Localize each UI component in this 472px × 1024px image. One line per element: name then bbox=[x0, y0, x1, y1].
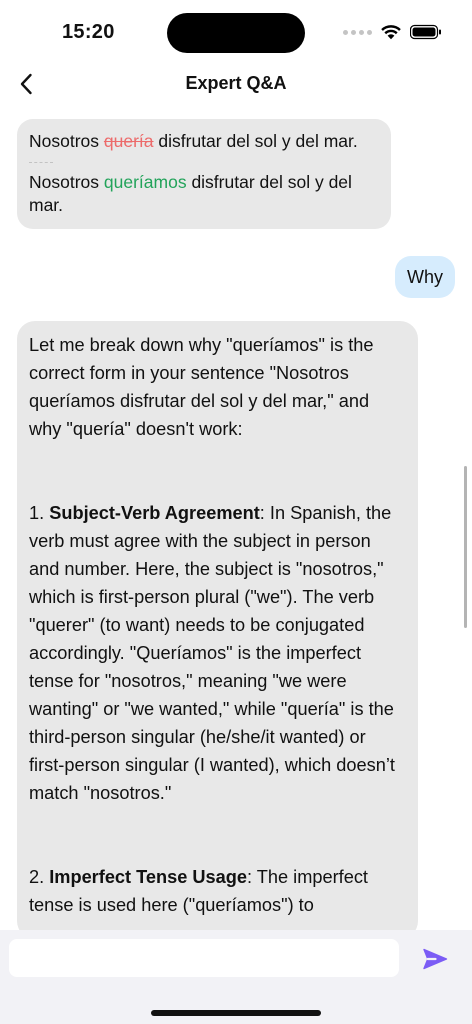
point-2-number: 2. bbox=[29, 867, 50, 887]
point-1-body: : In Spanish, the verb must agree with t… bbox=[29, 503, 395, 803]
message-input[interactable] bbox=[9, 939, 399, 977]
status-time: 15:20 bbox=[62, 21, 115, 43]
page-title: Expert Q&A bbox=[185, 73, 287, 93]
original-sentence: Nosotros quería disfrutar del sol y del … bbox=[29, 130, 379, 153]
correction-divider bbox=[29, 162, 53, 163]
scroll-indicator[interactable] bbox=[464, 466, 467, 628]
status-bar: 15:20 bbox=[0, 0, 472, 62]
wrong-word: quería bbox=[103, 131, 154, 151]
chat-screen: 15:20 Expert Q&A Nosotros quería disfrut… bbox=[0, 0, 472, 1024]
chat-messages[interactable]: Nosotros quería disfrutar del sol y del … bbox=[0, 106, 472, 930]
original-prefix: Nosotros bbox=[29, 131, 104, 151]
send-button[interactable] bbox=[418, 942, 452, 976]
point-2-title: Imperfect Tense Usage bbox=[49, 867, 248, 887]
point-1-title: Subject-Verb Agreement bbox=[49, 503, 260, 523]
corrected-word: queríamos bbox=[103, 172, 187, 192]
home-indicator bbox=[151, 1010, 321, 1016]
answer-point-2: 2. Imperfect Tense Usage: The imperfect … bbox=[29, 863, 406, 919]
cellular-signal-icon bbox=[343, 29, 372, 35]
corrected-prefix: Nosotros bbox=[29, 172, 104, 192]
wifi-icon bbox=[381, 25, 401, 40]
send-icon bbox=[423, 948, 448, 970]
status-icons bbox=[343, 22, 442, 42]
expert-answer-bubble: Let me break down why "queríamos" is the… bbox=[17, 321, 418, 930]
original-suffix: disfrutar del sol y del mar. bbox=[153, 131, 358, 151]
answer-point-1: 1. Subject-Verb Agreement: In Spanish, t… bbox=[29, 499, 406, 807]
composer-bar bbox=[0, 930, 472, 1024]
correction-bubble: Nosotros quería disfrutar del sol y del … bbox=[17, 119, 391, 229]
battery-icon bbox=[410, 24, 441, 40]
user-message-bubble: Why bbox=[395, 256, 455, 298]
dynamic-island bbox=[167, 13, 305, 53]
point-1-number: 1. bbox=[29, 503, 50, 523]
navigation-bar: Expert Q&A bbox=[0, 62, 472, 106]
corrected-sentence: Nosotros queríamos disfrutar del sol y d… bbox=[29, 171, 379, 217]
answer-intro: Let me break down why "queríamos" is the… bbox=[29, 335, 374, 439]
